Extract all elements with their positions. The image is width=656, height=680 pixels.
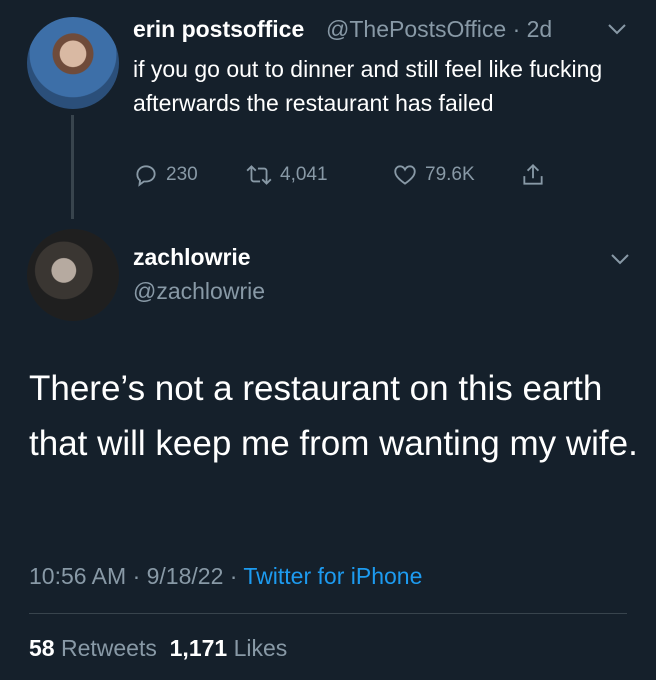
tweet-text: There’s not a restaurant on this earth t… [29,369,638,463]
retweet-count: 4,041 [280,164,328,185]
share-icon [523,163,543,185]
like-button[interactable]: 79.6K [392,162,475,188]
quoted-time-ago[interactable]: · 2d [513,16,553,42]
likes-count: 1,171 [169,635,228,661]
tweet-meta: 10:56 AM · 9/18/22 · Twitter for iPhone [29,563,422,590]
like-icon [394,165,416,185]
chevron-down-icon[interactable] [606,22,628,36]
retweets-label: Retweets [60,635,157,661]
tweet-timestamp[interactable]: 10:56 AM · 9/18/22 · [29,563,237,589]
tweet-stats: 58 Retweets 1,171 Likes [29,635,287,662]
quoted-display-name[interactable]: erin postsoffice [133,16,304,43]
quoted-handle-and-time[interactable]: @ThePostsOffice · 2d [326,16,552,43]
retweet-button[interactable]: 4,041 [245,162,328,188]
divider [29,613,627,614]
chevron-down-icon[interactable] [609,252,631,266]
avatar-erin[interactable] [27,17,119,109]
likes-stat[interactable]: 1,171 Likes [170,635,288,661]
avatar-zachlowrie[interactable] [27,229,119,321]
thread-connector [71,115,74,219]
tweet-display-name[interactable]: zachlowrie [133,244,251,271]
quoted-tweet-text: if you go out to dinner and still feel l… [133,56,603,116]
reply-count: 230 [166,164,198,185]
quoted-handle[interactable]: @ThePostsOffice [326,16,506,42]
retweet-icon [246,165,272,185]
like-count: 79.6K [425,164,475,185]
tweet-handle[interactable]: @zachlowrie [133,278,265,305]
retweets-stat[interactable]: 58 Retweets [29,635,157,661]
likes-label: Likes [233,635,288,661]
tweet-source-link[interactable]: Twitter for iPhone [243,563,422,589]
reply-button[interactable]: 230 [133,162,198,188]
reply-icon [136,165,156,187]
share-button[interactable] [520,162,553,188]
retweets-count: 58 [29,635,55,661]
